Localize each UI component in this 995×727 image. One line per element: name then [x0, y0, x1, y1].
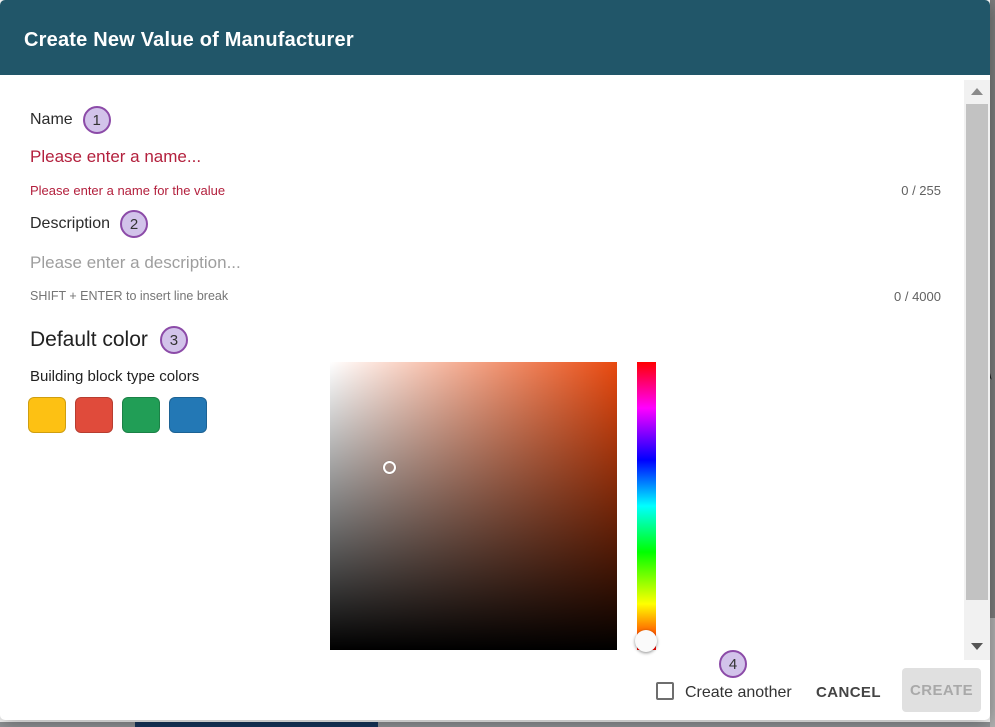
- description-helper: SHIFT + ENTER to insert line break: [30, 289, 228, 303]
- dialog-scrollbar-thumb[interactable]: [966, 104, 988, 600]
- description-counter: 0 / 4000: [894, 289, 941, 304]
- dialog-header: Create New Value of Manufacturer: [0, 0, 990, 75]
- scroll-down-icon[interactable]: [971, 643, 983, 650]
- description-label: Description: [30, 215, 110, 233]
- browser-scrollbar-thumb[interactable]: [990, 0, 995, 618]
- page-horizontal-scrollbar-thumb[interactable]: [135, 722, 378, 727]
- swatch-blue[interactable]: [169, 397, 207, 433]
- name-input[interactable]: [30, 142, 941, 172]
- dialog-scrollbar-track[interactable]: [964, 80, 990, 660]
- swatch-row: [28, 397, 207, 433]
- page-horizontal-scrollbar[interactable]: [0, 722, 990, 727]
- create-another-label[interactable]: Create another: [685, 684, 792, 702]
- hue-slider-thumb[interactable]: [635, 630, 657, 652]
- name-error: Please enter a name for the value: [30, 183, 225, 198]
- swatch-group-label: Building block type colors: [30, 368, 199, 385]
- swatch-red[interactable]: [75, 397, 113, 433]
- default-color-heading-row: Default color 3: [30, 326, 188, 354]
- saturation-black-gradient: [330, 362, 617, 650]
- name-counter: 0 / 255: [901, 183, 941, 198]
- description-input[interactable]: [30, 248, 941, 278]
- swatch-green[interactable]: [122, 397, 160, 433]
- description-label-row: Description 2: [30, 210, 148, 238]
- annotation-badge-3: 3: [160, 326, 188, 354]
- hue-slider[interactable]: [637, 362, 656, 650]
- swatch-yellow[interactable]: [28, 397, 66, 433]
- name-label: Name: [30, 111, 73, 129]
- cancel-button[interactable]: CANCEL: [816, 684, 881, 701]
- saturation-value-area[interactable]: [330, 362, 617, 650]
- name-label-row: Name 1: [30, 106, 111, 134]
- saturation-marker[interactable]: [383, 461, 396, 474]
- annotation-badge-2: 2: [120, 210, 148, 238]
- browser-scrollbar-track[interactable]: [990, 0, 995, 727]
- create-button[interactable]: CREATE: [902, 668, 981, 712]
- description-meta-row: SHIFT + ENTER to insert line break 0 / 4…: [30, 289, 941, 304]
- create-value-dialog: Create New Value of Manufacturer Name 1 …: [0, 0, 990, 720]
- create-another-checkbox[interactable]: [656, 682, 674, 700]
- scroll-up-icon[interactable]: [971, 88, 983, 95]
- annotation-badge-4: 4: [719, 650, 747, 678]
- annotation-badge-1: 1: [83, 106, 111, 134]
- dialog-title: Create New Value of Manufacturer: [24, 29, 354, 52]
- default-color-heading: Default color: [30, 328, 148, 352]
- name-meta-row: Please enter a name for the value 0 / 25…: [30, 183, 941, 198]
- screen: Create New Value of Manufacturer Name 1 …: [0, 0, 995, 727]
